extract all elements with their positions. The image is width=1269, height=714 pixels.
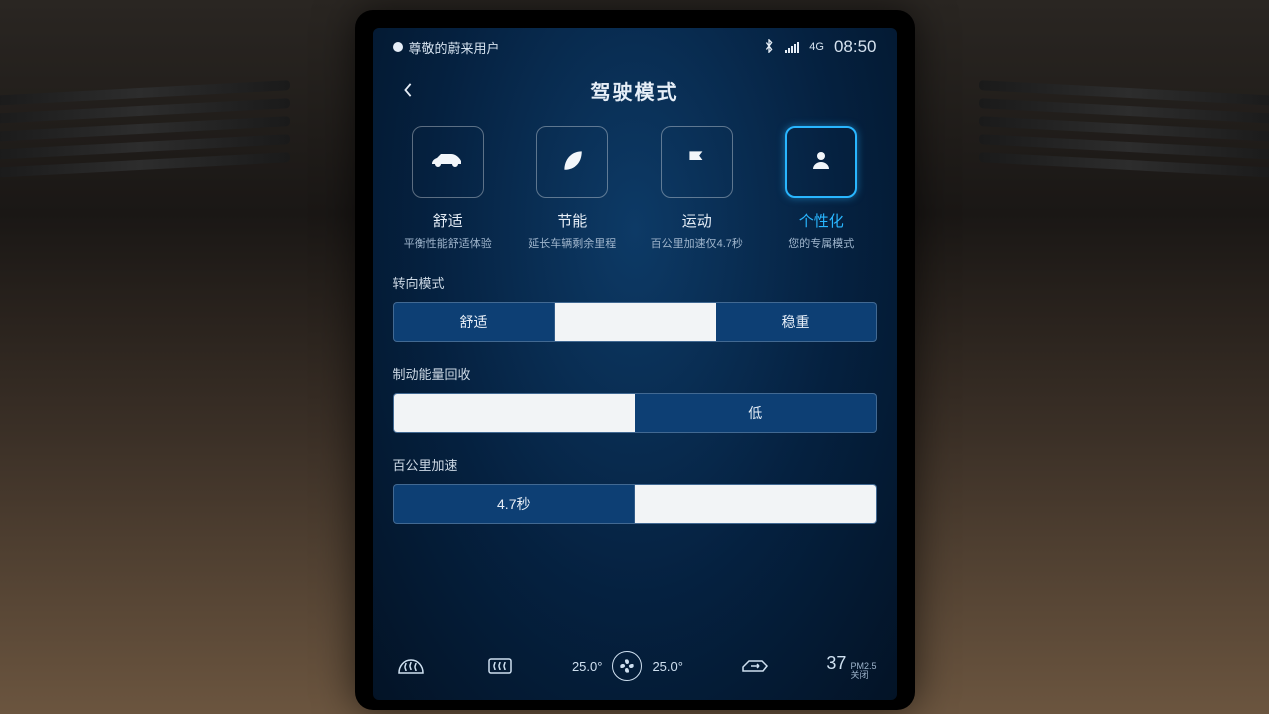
accel-section: 百公里加速 4.7秒 <box>393 455 877 524</box>
mode-desc: 百公里加速仅4.7秒 <box>651 235 743 251</box>
bluetooth-icon <box>763 39 775 56</box>
regen-section: 制动能量回收 低 <box>393 364 877 433</box>
bottom-bar: 25.0° 25.0° 37 PM2.5 关闭 <box>393 642 877 690</box>
steering-label: 转向模式 <box>393 273 877 292</box>
steering-section: 转向模式 舒适 稳重 <box>393 273 877 342</box>
fan-button[interactable] <box>612 651 642 681</box>
regen-segmented: 低 <box>393 393 877 433</box>
mode-label: 个性化 <box>799 210 844 231</box>
header: 驾驶模式 <box>393 66 877 114</box>
regen-option-1[interactable]: 低 <box>635 394 876 432</box>
aq-status-label: 关闭 <box>850 671 876 680</box>
rear-defrost-button[interactable] <box>482 652 518 680</box>
mode-label: 节能 <box>557 210 587 231</box>
temp-left[interactable]: 25.0° <box>572 659 603 674</box>
drive-mode-eco[interactable]: 节能延长车辆剩余里程 <box>517 126 628 251</box>
user-greeting: 尊敬的蔚来用户 <box>409 38 500 57</box>
person-icon <box>809 148 833 177</box>
mode-desc: 平衡性能舒适体验 <box>404 235 492 251</box>
steering-option-0[interactable]: 舒适 <box>394 303 555 341</box>
accel-option-1[interactable] <box>635 485 876 523</box>
mode-desc: 延长车辆剩余里程 <box>528 235 616 251</box>
steering-option-1[interactable] <box>555 303 716 341</box>
back-button[interactable] <box>393 75 423 105</box>
accel-segmented: 4.7秒 <box>393 484 877 524</box>
mode-desc: 您的专属模式 <box>788 235 854 251</box>
flag-icon <box>684 147 710 178</box>
user-dot-icon <box>393 42 403 52</box>
accel-label: 百公里加速 <box>393 455 877 474</box>
front-defrost-button[interactable] <box>393 652 429 680</box>
regen-option-0[interactable] <box>394 394 636 432</box>
drive-mode-sport[interactable]: 运动百公里加速仅4.7秒 <box>642 126 753 251</box>
drive-mode-selector: 舒适平衡性能舒适体验节能延长车辆剩余里程运动百公里加速仅4.7秒个性化您的专属模… <box>393 126 877 251</box>
mode-label: 舒适 <box>433 210 463 231</box>
steering-segmented: 舒适 稳重 <box>393 302 877 342</box>
air-circulation-button[interactable] <box>737 652 773 680</box>
air-quality-button[interactable]: 37 PM2.5 关闭 <box>826 653 876 680</box>
clock: 08:50 <box>834 37 877 57</box>
drive-mode-custom[interactable]: 个性化您的专属模式 <box>766 126 877 251</box>
accel-option-0[interactable]: 4.7秒 <box>394 485 636 523</box>
leaf-icon <box>559 147 585 178</box>
signal-icon <box>785 41 799 53</box>
regen-label: 制动能量回收 <box>393 364 877 383</box>
network-label: 4G <box>809 41 824 53</box>
drive-mode-comfort[interactable]: 舒适平衡性能舒适体验 <box>393 126 504 251</box>
mode-label: 运动 <box>682 210 712 231</box>
steering-option-2[interactable]: 稳重 <box>716 303 876 341</box>
status-bar: 尊敬的蔚来用户 4G 08:50 <box>393 36 877 58</box>
aq-value: 37 <box>826 653 846 674</box>
page-title: 驾驶模式 <box>591 76 679 105</box>
temp-right[interactable]: 25.0° <box>652 659 683 674</box>
car-side-icon <box>429 149 467 176</box>
